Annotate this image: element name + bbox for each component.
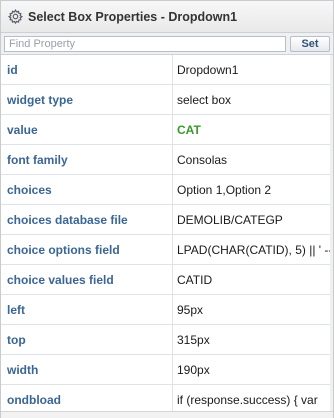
properties-panel: Select Box Properties - Dropdown1 Set id… xyxy=(0,0,334,418)
property-name: widget type xyxy=(1,85,173,114)
property-name: top xyxy=(1,325,173,354)
property-row-choices-database-file[interactable]: choices database file DEMOLIB/CATEGP xyxy=(1,205,333,235)
property-row-choice-options-field[interactable]: choice options field LPAD(CHAR(CATID), 5)… xyxy=(1,235,333,265)
property-grid: id Dropdown1 widget type select box value CAT… xyxy=(1,55,333,411)
property-value[interactable]: Dropdown1 xyxy=(173,55,333,84)
property-row-width[interactable]: width 190px xyxy=(1,355,333,385)
property-value[interactable]: select box xyxy=(173,85,333,114)
find-property-input[interactable] xyxy=(4,35,286,52)
property-name: choices xyxy=(1,175,173,204)
property-row-widget-type[interactable]: widget type select box xyxy=(1,85,333,115)
title-bar: Select Box Properties - Dropdown1 xyxy=(1,1,333,33)
property-value[interactable]: CATID xyxy=(173,265,333,294)
property-name: font family xyxy=(1,145,173,174)
vertical-scrollbar[interactable] xyxy=(330,55,333,411)
search-bar: Set xyxy=(1,33,333,55)
property-row-left[interactable]: left 95px xyxy=(1,295,333,325)
property-name: left xyxy=(1,295,173,324)
property-value[interactable]: Consolas xyxy=(173,145,333,174)
property-value[interactable]: 315px xyxy=(173,325,333,354)
property-value[interactable]: Option 1,Option 2 xyxy=(173,175,333,204)
property-value[interactable]: 95px xyxy=(173,295,333,324)
set-button[interactable]: Set xyxy=(290,35,330,52)
property-row-choice-values-field[interactable]: choice values field CATID xyxy=(1,265,333,295)
property-name: width xyxy=(1,355,173,384)
horizontal-scrollbar[interactable] xyxy=(1,411,333,418)
property-row-ondbload[interactable]: ondbload if (response.success) { var xyxy=(1,385,333,411)
property-value[interactable]: if (response.success) { var xyxy=(173,385,333,411)
window-title: Select Box Properties - Dropdown1 xyxy=(28,9,238,24)
property-name: value xyxy=(1,115,173,144)
property-name: choice options field xyxy=(1,235,173,264)
gear-icon[interactable] xyxy=(7,9,23,25)
property-row-top[interactable]: top 315px xyxy=(1,325,333,355)
property-name: choices database file xyxy=(1,205,173,234)
property-name: choice values field xyxy=(1,265,173,294)
property-row-value[interactable]: value CAT xyxy=(1,115,333,145)
property-value[interactable]: LPAD(CHAR(CATID), 5) || ' -- xyxy=(173,235,333,264)
property-value[interactable]: DEMOLIB/CATEGP xyxy=(173,205,333,234)
property-name: ondbload xyxy=(1,385,173,411)
property-value[interactable]: 190px xyxy=(173,355,333,384)
property-row-id[interactable]: id Dropdown1 xyxy=(1,55,333,85)
property-value[interactable]: CAT xyxy=(173,115,333,144)
property-row-font-family[interactable]: font family Consolas xyxy=(1,145,333,175)
property-name: id xyxy=(1,55,173,84)
property-row-choices[interactable]: choices Option 1,Option 2 xyxy=(1,175,333,205)
